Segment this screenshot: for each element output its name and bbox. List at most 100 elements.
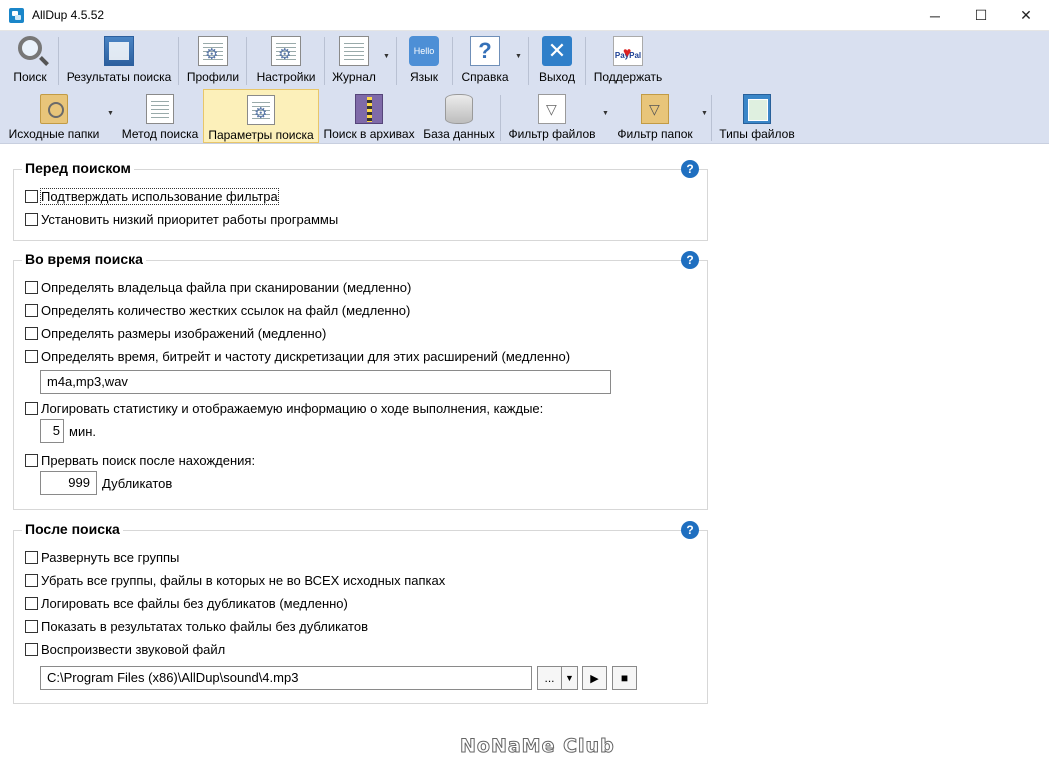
checkbox-box[interactable] — [25, 454, 38, 467]
remove-groups-checkbox[interactable]: Убрать все группы, файлы в которых не во… — [25, 573, 445, 588]
checkbox-box[interactable] — [25, 350, 38, 363]
checkbox-box[interactable] — [25, 551, 38, 564]
language-button[interactable]: Hello Язык — [400, 31, 448, 89]
checkbox-box[interactable] — [25, 190, 38, 203]
search-results-button[interactable]: Результаты поиска — [63, 31, 175, 89]
window-title: AllDup 4.5.52 — [32, 8, 105, 22]
database-label: База данных — [423, 127, 495, 141]
help-icon[interactable]: ? — [681, 251, 699, 269]
file-filter-icon — [538, 94, 566, 124]
show-unique-only-checkbox[interactable]: Показать в результатах только файлы без … — [25, 619, 368, 634]
checkbox-label: Развернуть все группы — [41, 550, 180, 565]
help-icon[interactable]: ? — [681, 160, 699, 178]
search-options-button[interactable]: Параметры поиска — [203, 89, 319, 143]
play-icon[interactable]: ▶ — [582, 666, 607, 690]
title-bar: AllDup 4.5.52 ─ ☐ ✕ — [0, 0, 1049, 31]
checkbox-label: Логировать все файлы без дубликатов (мед… — [41, 596, 348, 611]
confirm-filter-checkbox[interactable]: Подтверждать использование фильтра — [25, 188, 279, 205]
stop-icon[interactable]: ■ — [612, 666, 637, 690]
database-icon — [445, 94, 473, 124]
exit-icon: ✕ — [542, 36, 572, 66]
checkbox-box[interactable] — [25, 304, 38, 317]
help-icon[interactable]: ? — [681, 521, 699, 539]
stop-search-checkbox[interactable]: Прервать поиск после нахождения: — [25, 453, 255, 468]
source-folders-dropdown-arrow[interactable]: ▼ — [107, 110, 114, 117]
play-sound-checkbox[interactable]: Воспроизвести звуковой файл — [25, 642, 225, 657]
source-folders-label: Исходные папки — [8, 127, 100, 141]
sound-file-input[interactable]: C:\Program Files (x86)\AllDup\sound\4.mp… — [40, 666, 532, 690]
browse-button[interactable]: ... — [537, 666, 562, 690]
checkbox-label: Определять количество жестких ссылок на … — [41, 303, 411, 318]
checkbox-label: Показать в результатах только файлы без … — [41, 619, 368, 634]
detect-image-size-checkbox[interactable]: Определять размеры изображений (медленно… — [25, 326, 326, 341]
checkbox-box[interactable] — [25, 643, 38, 656]
search-results-label: Результаты поиска — [66, 70, 172, 84]
checkbox-label: Воспроизвести звуковой файл — [41, 642, 226, 657]
file-filter-dropdown-arrow[interactable]: ▼ — [602, 110, 609, 117]
checkbox-label: Определять размеры изображений (медленно… — [41, 326, 327, 341]
log-interval-unit: мин. — [69, 424, 96, 439]
toolbar-divider — [246, 37, 247, 85]
file-types-button[interactable]: Типы файлов — [716, 89, 798, 143]
file-filter-button[interactable]: Фильтр файлов — [505, 89, 599, 143]
checkbox-box[interactable] — [25, 213, 38, 226]
expand-groups-checkbox[interactable]: Развернуть все группы — [25, 550, 179, 565]
profiles-button[interactable]: Профили — [183, 31, 243, 89]
settings-label: Настройки — [256, 70, 316, 84]
close-window-button[interactable]: ✕ — [1003, 0, 1049, 31]
log-unique-files-checkbox[interactable]: Логировать все файлы без дубликатов (мед… — [25, 596, 348, 611]
folder-filter-dropdown-arrow[interactable]: ▼ — [701, 110, 708, 117]
log-dropdown-arrow[interactable]: ▼ — [383, 53, 390, 60]
checkbox-box[interactable] — [25, 620, 38, 633]
database-button[interactable]: База данных — [421, 89, 497, 143]
detect-owner-checkbox[interactable]: Определять владельца файла при сканирова… — [25, 280, 411, 295]
search-options-icon — [247, 95, 275, 125]
watermark: NoNaMe Club — [460, 735, 615, 758]
log-button[interactable]: Журнал — [328, 31, 380, 89]
stop-after-unit: Дубликатов — [102, 476, 173, 491]
help-dropdown-arrow[interactable]: ▼ — [515, 53, 522, 60]
archive-search-icon — [355, 94, 383, 124]
toolbar-divider — [711, 95, 712, 141]
chevron-down-icon[interactable]: ▼ — [561, 666, 578, 690]
source-folders-icon — [40, 94, 68, 124]
folder-filter-button[interactable]: Фильтр папок — [612, 89, 698, 143]
stop-after-input[interactable]: 999 — [40, 471, 97, 495]
language-icon: Hello — [409, 36, 439, 66]
low-priority-checkbox[interactable]: Установить низкий приоритет работы прогр… — [25, 212, 338, 227]
checkbox-box[interactable] — [25, 327, 38, 340]
toolbar-divider — [396, 37, 397, 85]
checkbox-box[interactable] — [25, 281, 38, 294]
file-types-label: Типы файлов — [719, 127, 795, 141]
archive-search-label: Поиск в архивах — [323, 127, 415, 141]
search-method-button[interactable]: Метод поиска — [117, 89, 203, 143]
search-button[interactable]: Поиск — [4, 31, 56, 89]
settings-button[interactable]: Настройки — [251, 31, 321, 89]
donate-button[interactable]: PayPal Поддержать — [590, 31, 666, 89]
log-statistics-checkbox[interactable]: Логировать статистику и отображаемую инф… — [25, 401, 543, 416]
group-title: Во время поиска — [22, 251, 146, 267]
paypal-icon: PayPal — [613, 33, 643, 71]
extensions-input[interactable]: m4a,mp3,wav — [40, 370, 611, 394]
detect-audio-info-checkbox[interactable]: Определять время, битрейт и частоту диск… — [25, 349, 570, 364]
archive-search-button[interactable]: Поиск в архивах — [321, 89, 417, 143]
source-folders-button[interactable]: Исходные папки — [4, 89, 104, 143]
exit-label: Выход — [539, 70, 575, 84]
help-button[interactable]: ? Справка — [456, 31, 514, 89]
search-button-label: Поиск — [13, 70, 47, 84]
checkbox-label: Определять время, битрейт и частоту диск… — [41, 349, 571, 364]
checkbox-box[interactable] — [25, 402, 38, 415]
checkbox-box[interactable] — [25, 597, 38, 610]
folder-filter-label: Фильтр папок — [617, 127, 693, 141]
detect-hardlinks-checkbox[interactable]: Определять количество жестких ссылок на … — [25, 303, 410, 318]
checkbox-box[interactable] — [25, 574, 38, 587]
donate-label: Поддержать — [593, 70, 663, 84]
during-search-group: Во время поиска ? Определять владельца ф… — [13, 251, 708, 510]
after-search-group: После поиска ? Развернуть все группы Убр… — [13, 521, 708, 704]
log-interval-input[interactable]: 5 — [40, 419, 64, 443]
help-icon: ? — [470, 36, 500, 66]
maximize-button[interactable]: ☐ — [958, 0, 1004, 31]
checkbox-label: Подтверждать использование фильтра — [40, 188, 279, 205]
minimize-button[interactable]: ─ — [912, 0, 958, 31]
exit-button[interactable]: ✕ Выход — [533, 31, 581, 89]
